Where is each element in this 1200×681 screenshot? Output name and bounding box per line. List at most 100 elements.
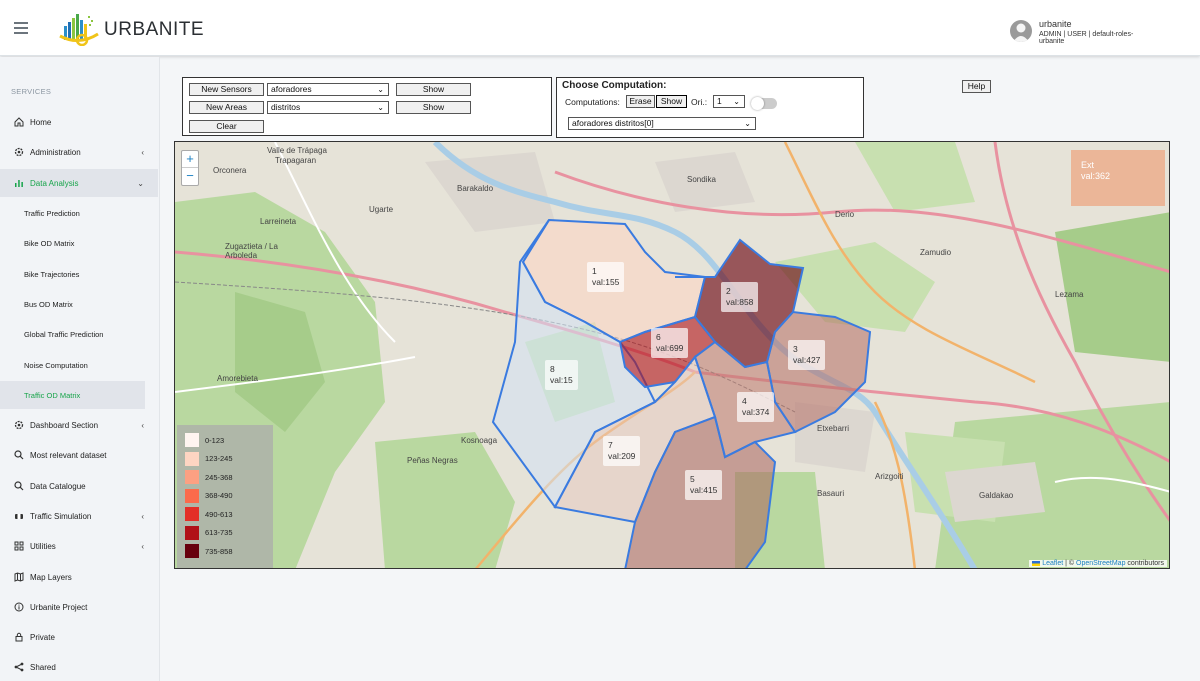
sidebar-subitem-noise-computation[interactable]: Noise Computation: [0, 351, 158, 379]
top-bar: URBANITE urbanite ADMIN | USER | default…: [0, 0, 1200, 56]
sidebar-item-utilities[interactable]: Utilities ‹: [0, 532, 158, 560]
ori-select[interactable]: 1 ⌄: [713, 95, 745, 108]
new-areas-button[interactable]: New Areas: [189, 101, 264, 114]
sidebar-item-shared[interactable]: Shared: [0, 653, 158, 681]
user-avatar-icon[interactable]: [1010, 20, 1032, 42]
sidebar-item-urbanite-project[interactable]: Urbanite Project: [0, 593, 158, 621]
sidebar-subitem-traffic-prediction[interactable]: Traffic Prediction: [0, 199, 158, 227]
chevron-left-icon: ‹: [141, 541, 144, 551]
sidebar-item-home[interactable]: Home: [0, 108, 158, 136]
attribution-separator: | ©: [1065, 560, 1075, 567]
home-icon: [13, 117, 24, 128]
map-view[interactable]: + − Valle de Trápaga Trapagaran Barakald…: [174, 141, 1170, 569]
place-label: Barakaldo: [457, 184, 494, 193]
sidebar-subitem-bike-od-matrix[interactable]: Bike OD Matrix: [0, 229, 158, 257]
legend-row: 0-123: [185, 431, 265, 450]
legend-row: 613-735: [185, 524, 265, 543]
sidebar-subitem-bike-trajectories[interactable]: Bike Trajectories: [0, 260, 158, 288]
computation-title: Choose Computation:: [562, 80, 667, 91]
sidebar-item-most-relevant-dataset[interactable]: Most relevant dataset: [0, 441, 158, 469]
sensors-select[interactable]: aforadores ⌄: [267, 83, 389, 96]
sidebar-item-label: Most relevant dataset: [30, 450, 107, 460]
leaflet-link[interactable]: Leaflet: [1042, 560, 1063, 567]
area-value: val:15: [550, 375, 573, 385]
area-id: 4: [742, 396, 747, 406]
gear-icon: [13, 420, 24, 431]
area-label-3[interactable]: 3 val:427: [788, 340, 826, 370]
car-icon: [13, 511, 24, 522]
place-label: Lezama: [1055, 290, 1084, 299]
legend-row: 735-858: [185, 542, 265, 561]
gear-icon: [13, 147, 24, 158]
area-label-4[interactable]: 4 val:374: [737, 392, 775, 422]
sidebar-item-data-catalogue[interactable]: Data Catalogue: [0, 472, 158, 500]
openstreetmap-link[interactable]: OpenStreetMap: [1076, 560, 1125, 567]
computation-select[interactable]: aforadores distritos[0] ⌄: [568, 117, 756, 130]
user-name: urbanite: [1039, 19, 1072, 29]
legend-label: 123-245: [205, 454, 233, 464]
sidebar-item-administration[interactable]: Administration ‹: [0, 138, 158, 166]
info-icon: [13, 602, 24, 613]
zoom-in-button[interactable]: +: [182, 151, 198, 168]
ext-title: Ext: [1081, 160, 1095, 170]
legend-label: 490-613: [205, 509, 233, 519]
chevron-down-icon: ⌄: [137, 178, 144, 188]
sidebar-item-label: Data Catalogue: [30, 481, 86, 491]
sidebar-item-private[interactable]: Private: [0, 623, 158, 651]
show-sensors-button[interactable]: Show: [396, 83, 471, 96]
place-label: Amorebieta: [217, 374, 258, 383]
user-info[interactable]: urbanite ADMIN | USER | default-roles-ur…: [1039, 19, 1148, 45]
sidebar-item-label: Traffic Simulation: [30, 511, 92, 521]
area-id: 3: [793, 344, 798, 354]
legend-row: 490-613: [185, 505, 265, 524]
legend-label: 735-858: [205, 546, 233, 556]
new-sensors-button[interactable]: New Sensors: [189, 83, 264, 96]
area-label-5[interactable]: 5 val:415: [685, 470, 723, 500]
place-label: Valle de Trápaga: [267, 146, 327, 155]
area-label-7[interactable]: 7 val:209: [603, 436, 641, 466]
sidebar-item-traffic-simulation[interactable]: Traffic Simulation ‹: [0, 502, 158, 530]
computations-label: Computations:: [565, 97, 620, 107]
sidebar-subitem-bus-od-matrix[interactable]: Bus OD Matrix: [0, 290, 158, 318]
sidebar-item-dashboard-section[interactable]: Dashboard Section ‹: [0, 411, 158, 439]
chevron-down-icon: ⌄: [377, 103, 384, 112]
area-label-8[interactable]: 8 val:15: [545, 360, 578, 390]
legend-swatch: [185, 488, 199, 503]
zoom-out-button[interactable]: −: [182, 168, 198, 185]
place-label: Etxebarri: [817, 424, 850, 433]
hamburger-menu-icon[interactable]: [14, 22, 28, 34]
area-id: 8: [550, 364, 555, 374]
sidebar-subitem-global-traffic-prediction[interactable]: Global Traffic Prediction: [0, 320, 158, 348]
area-id: 5: [690, 474, 695, 484]
map-legend: 0-123 123-245 245-368 368-490 490-613 61…: [177, 425, 273, 568]
clear-button[interactable]: Clear: [189, 120, 264, 133]
show-computation-button[interactable]: Show: [656, 95, 687, 108]
place-label: Peñas Negras: [407, 456, 458, 465]
legend-row: 368-490: [185, 487, 265, 506]
help-button[interactable]: Help: [962, 80, 991, 93]
external-area-box[interactable]: Ext val:362: [1071, 150, 1165, 206]
show-areas-button[interactable]: Show: [396, 101, 471, 114]
erase-button[interactable]: Erase: [626, 95, 655, 108]
sidebar-item-map-layers[interactable]: Map Layers: [0, 563, 158, 591]
grid-icon: [13, 541, 24, 552]
place-label: Basauri: [817, 489, 845, 498]
sidebar-item-label: Home: [30, 117, 52, 127]
bar-chart-icon: [13, 178, 24, 189]
area-label-1[interactable]: 1 val:155: [587, 262, 625, 292]
map-attribution: Leaflet | © OpenStreetMap contributors: [1029, 560, 1167, 567]
toggle-switch[interactable]: [751, 97, 777, 110]
sidebar-subitem-traffic-od-matrix[interactable]: Traffic OD Matrix: [0, 381, 145, 409]
ukraine-flag-icon: [1032, 560, 1041, 566]
area-value: val:415: [690, 485, 718, 495]
ori-label: Ori.:: [691, 97, 708, 107]
area-label-6[interactable]: 6 val:699: [651, 328, 689, 358]
place-label: Sondika: [687, 175, 716, 184]
computation-panel: Choose Computation: Computations: Erase …: [556, 77, 864, 138]
chevron-left-icon: ‹: [141, 420, 144, 430]
sidebar-item-data-analysis[interactable]: Data Analysis ⌄: [0, 169, 158, 197]
areas-select[interactable]: distritos ⌄: [267, 101, 389, 114]
toggle-knob: [751, 97, 764, 110]
sidebar-item-label: Administration: [30, 147, 81, 157]
area-label-2[interactable]: 2 val:858: [721, 282, 759, 312]
